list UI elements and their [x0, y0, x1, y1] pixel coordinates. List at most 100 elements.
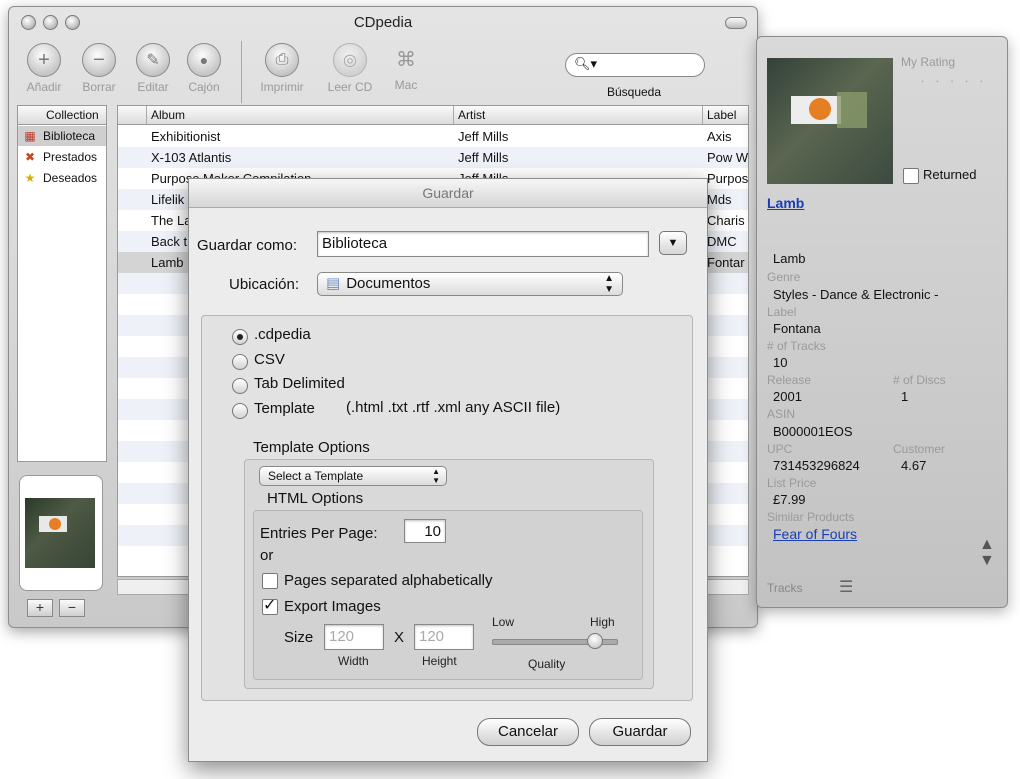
pages-alpha-checkbox[interactable] — [262, 573, 278, 589]
similar-products-label: Similar Products — [767, 510, 855, 524]
x-label: X — [394, 629, 405, 646]
table-cell-label: Mds — [707, 192, 732, 207]
size-label: Size — [284, 629, 314, 646]
toolbar-separator — [241, 41, 242, 103]
table-cell-label: DMC — [707, 234, 737, 249]
or-label: or — [260, 547, 274, 564]
table-cell-album: X-103 Atlantis — [151, 150, 232, 165]
disclosure-down-icon: ▼ — [667, 237, 679, 249]
table-cell-label: Pow W — [707, 150, 749, 165]
tracks-label: Tracks — [767, 581, 803, 595]
delete-button[interactable]: − Borrar — [72, 43, 126, 94]
customer-value: 4.67 — [901, 458, 927, 473]
column-header-album[interactable]: Album — [147, 106, 454, 125]
height-label: Height — [422, 654, 457, 668]
entries-per-page-label: Entries Per Page: — [260, 525, 378, 542]
similar-product-link[interactable]: Fear of Fours — [773, 526, 857, 542]
format-radio-1[interactable] — [232, 353, 248, 370]
column-header-artist[interactable]: Artist — [454, 106, 703, 125]
table-row[interactable]: X-103 Atlantis Jeff Mills Pow W — [118, 147, 748, 168]
asin-label: ASIN — [767, 407, 796, 421]
table-row[interactable]: Exhibitionist Jeff Mills Axis — [118, 126, 748, 147]
format-options-box: .cdpedia CSV Tab Delimited Template (.html … — [201, 315, 693, 701]
location-popup[interactable]: ▤ Documentos ▲ ▼ — [317, 272, 623, 296]
library-icon: ▦ — [24, 129, 36, 143]
returned-checkbox[interactable] — [903, 168, 919, 184]
folder-icon: ▤ — [326, 275, 341, 292]
collection-header[interactable]: Collection — [18, 106, 106, 125]
search-label: Búsqueda — [606, 85, 662, 99]
table-cell-artist: Jeff Mills — [458, 129, 509, 144]
sidebar-item-prestados[interactable]: ✖ Prestados — [18, 147, 106, 167]
title-bar: CDpedia — [9, 7, 757, 37]
printer-icon: ⎙ — [275, 51, 289, 68]
quality-label: Quality — [528, 657, 566, 671]
mac-icon: ⌘ — [396, 48, 416, 71]
cover-thumbnail-well — [19, 475, 103, 591]
details-drawer: My Rating . . . . . Returned Lamb Lamb G… — [756, 36, 1008, 608]
tracks-list-icon[interactable]: ☰ — [839, 577, 853, 597]
discs-label: # of Discs — [893, 373, 946, 387]
expand-dialog-button[interactable]: ▼ — [659, 231, 687, 255]
album-cover — [767, 58, 893, 184]
artist-value: Lamb — [773, 251, 806, 266]
album-title-link[interactable]: Lamb — [767, 195, 804, 211]
scroll-arrows-icon[interactable]: ▲ ▼ — [979, 537, 995, 569]
edit-button[interactable]: ✎ Editar — [126, 43, 180, 94]
mac-button[interactable]: ⌘ Mac — [379, 43, 433, 93]
save-as-field[interactable]: Biblioteca — [317, 231, 649, 257]
add-button[interactable]: + Añadir — [17, 43, 71, 94]
format-radio-label: Template — [254, 399, 315, 417]
read-cd-button[interactable]: ◎ Leer CD — [323, 43, 377, 94]
popup-arrows-icon: ▲ ▼ — [432, 467, 440, 485]
template-options-label: Template Options — [253, 439, 370, 456]
format-radio-label: CSV — [254, 350, 285, 368]
my-rating-label: My Rating — [901, 55, 956, 69]
cd-icon: ◎ — [343, 52, 357, 69]
image-width-field[interactable]: 120 — [324, 624, 384, 650]
entries-per-page-field[interactable]: 10 — [404, 519, 446, 543]
list-price-value: £7.99 — [773, 492, 806, 507]
format-radio-0[interactable] — [232, 329, 248, 345]
quality-slider-knob[interactable] — [586, 633, 603, 649]
save-button[interactable]: Guardar — [589, 718, 691, 746]
returned-label: Returned — [923, 167, 977, 182]
cancel-button[interactable]: Cancelar — [477, 718, 579, 746]
print-button[interactable]: ⎙ Imprimir — [255, 43, 309, 94]
drawer-icon: ● — [199, 52, 209, 68]
table-cell-label: Fontar — [707, 255, 745, 270]
label-value: Fontana — [773, 321, 821, 336]
export-images-label: Export Images — [284, 598, 381, 615]
table-cell-artist: Jeff Mills — [458, 150, 509, 165]
discs-value: 1 — [901, 389, 909, 404]
format-radio-label: Tab Delimited — [254, 375, 345, 392]
table-cell-label: Purpos — [707, 171, 749, 186]
search-icon: 🔍︎▾ — [574, 56, 598, 71]
sidebar-item-deseados[interactable]: ★ Deseados — [18, 168, 106, 188]
html-options-label: HTML Options — [267, 490, 364, 507]
template-extensions: (.html .txt .rtf .xml any ASCII file) — [346, 399, 561, 416]
column-header-index[interactable] — [118, 106, 147, 125]
select-template-popup[interactable]: Select a Template ▲ ▼ — [259, 466, 447, 486]
remove-collection-button[interactable]: − — [59, 599, 85, 617]
release-label: Release — [767, 373, 812, 387]
plus-icon: + — [38, 48, 50, 71]
sidebar-item-biblioteca[interactable]: ▦ Biblioteca — [18, 126, 106, 146]
toolbar-toggle-button[interactable] — [725, 17, 747, 29]
column-header-label[interactable]: Label — [703, 106, 748, 125]
format-radio-2[interactable] — [232, 378, 248, 394]
dialog-title: Guardar — [189, 179, 707, 208]
search-input[interactable]: 🔍︎▾ — [565, 53, 705, 77]
save-dialog: Guardar Guardar como: Biblioteca ▼ Ubica… — [188, 178, 708, 762]
table-cell-album: Exhibitionist — [151, 129, 221, 144]
drawer-button[interactable]: ● Cajón — [177, 43, 231, 94]
label-label: Label — [767, 305, 797, 319]
image-height-field[interactable]: 120 — [414, 624, 474, 650]
add-collection-button[interactable]: + — [27, 599, 53, 617]
list-price-label: List Price — [767, 476, 817, 490]
export-images-checkbox[interactable]: ✓ — [262, 597, 278, 615]
format-radio-3[interactable] — [232, 402, 248, 419]
asin-value: B000001EOS — [773, 424, 853, 439]
rating-stars[interactable]: . . . . . — [921, 71, 987, 85]
format-radio-label: .cdpedia — [254, 326, 311, 343]
